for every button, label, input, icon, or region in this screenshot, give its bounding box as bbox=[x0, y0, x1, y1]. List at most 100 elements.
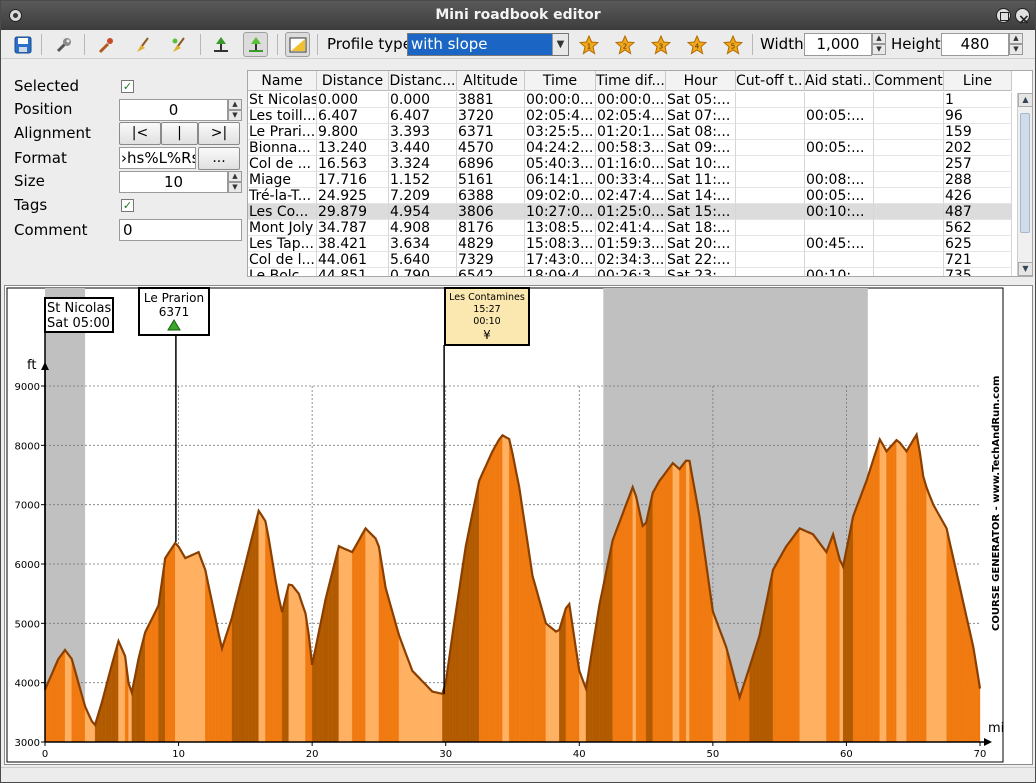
table-cell[interactable]: 15:08:3... bbox=[525, 236, 596, 252]
table-cell[interactable]: 00:33:4... bbox=[596, 172, 666, 188]
table-cell[interactable] bbox=[874, 220, 944, 236]
table-cell[interactable]: 6896 bbox=[457, 156, 525, 172]
table-cell[interactable]: Sat 10:... bbox=[666, 156, 736, 172]
table-cell[interactable]: 16.563 bbox=[317, 156, 389, 172]
table-row[interactable]: Miage 17.716 1.152 5161 06:14:1... 00:33:4...… bbox=[248, 172, 1012, 188]
table-row[interactable]: St Nicolas 0.000 0.000 3881 00:00:0... 00:00:… bbox=[248, 92, 1012, 108]
pipette-button[interactable] bbox=[93, 32, 118, 57]
table-cell[interactable]: 426 bbox=[944, 188, 1012, 204]
scroll-thumb[interactable] bbox=[1020, 113, 1030, 233]
table-cell[interactable]: 00:00:0... bbox=[525, 92, 596, 108]
table-cell[interactable]: Les Co... bbox=[248, 204, 317, 220]
selected-checkbox[interactable]: ✓ bbox=[121, 80, 134, 93]
table-cell[interactable] bbox=[874, 236, 944, 252]
star-5-button[interactable]: 5 bbox=[720, 32, 745, 57]
maximize-button[interactable] bbox=[996, 8, 1011, 23]
table-cell[interactable]: 01:20:1... bbox=[596, 124, 666, 140]
table-cell[interactable]: 06:14:1... bbox=[525, 172, 596, 188]
star-1-button[interactable]: 1 bbox=[576, 32, 601, 57]
table-cell[interactable]: Sat 15:... bbox=[666, 204, 736, 220]
table-cell[interactable]: 3.393 bbox=[389, 124, 457, 140]
column-header[interactable]: Name bbox=[248, 71, 317, 91]
width-stepper[interactable]: ▲ ▼ bbox=[872, 33, 886, 56]
table-row[interactable]: Les Co... 29.879 4.954 3806 10:27:0... 01:25:… bbox=[248, 204, 1012, 220]
table-cell[interactable] bbox=[736, 172, 805, 188]
table-cell[interactable]: Les Tap... bbox=[248, 236, 317, 252]
table-row[interactable]: Col de ... 16.563 3.324 6896 05:40:3... 01:16… bbox=[248, 156, 1012, 172]
table-cell[interactable]: 00:10:... bbox=[805, 268, 874, 276]
table-cell[interactable] bbox=[805, 252, 874, 268]
table-cell[interactable]: 3806 bbox=[457, 204, 525, 220]
table-cell[interactable] bbox=[736, 268, 805, 276]
table-cell[interactable]: 38.421 bbox=[317, 236, 389, 252]
table-row[interactable]: Les Tap... 38.421 3.634 4829 15:08:3... 01:59… bbox=[248, 236, 1012, 252]
table-cell[interactable]: 1.152 bbox=[389, 172, 457, 188]
table-cell[interactable]: 5.640 bbox=[389, 252, 457, 268]
column-header[interactable]: Distance bbox=[317, 71, 389, 91]
table-cell[interactable]: Sat 20:... bbox=[666, 236, 736, 252]
scroll-down-icon[interactable]: ▼ bbox=[1018, 262, 1032, 276]
table-cell[interactable]: 735 bbox=[944, 268, 1012, 276]
table-cell[interactable] bbox=[736, 204, 805, 220]
tools-button[interactable] bbox=[51, 32, 76, 57]
table-cell[interactable]: 625 bbox=[944, 236, 1012, 252]
table-row[interactable]: Col de l... 44.061 5.640 7329 17:43:0... 02:3… bbox=[248, 252, 1012, 268]
table-cell[interactable]: 487 bbox=[944, 204, 1012, 220]
table-cell[interactable]: 4829 bbox=[457, 236, 525, 252]
column-header[interactable]: Time bbox=[525, 71, 596, 91]
table-cell[interactable]: 3.634 bbox=[389, 236, 457, 252]
table-cell[interactable]: 0.790 bbox=[389, 268, 457, 276]
table-cell[interactable]: Sat 11:... bbox=[666, 172, 736, 188]
table-cell[interactable]: 00:08:... bbox=[805, 172, 874, 188]
table-cell[interactable]: 1 bbox=[944, 92, 1012, 108]
table-cell[interactable]: Sat 08:... bbox=[666, 124, 736, 140]
table-cell[interactable]: 9.800 bbox=[317, 124, 389, 140]
table-cell[interactable]: 159 bbox=[944, 124, 1012, 140]
table-cell[interactable] bbox=[736, 188, 805, 204]
table-cell[interactable]: 288 bbox=[944, 172, 1012, 188]
table-cell[interactable]: Miage bbox=[248, 172, 317, 188]
star-4-button[interactable]: 4 bbox=[684, 32, 709, 57]
comment-input[interactable]: 0 bbox=[119, 219, 242, 241]
table-cell[interactable]: Col de ... bbox=[248, 156, 317, 172]
table-row[interactable]: Bionna... 13.240 3.440 4570 04:24:2... 00:58:… bbox=[248, 140, 1012, 156]
table-cell[interactable]: 4570 bbox=[457, 140, 525, 156]
marker-button[interactable] bbox=[208, 32, 233, 57]
close-button[interactable] bbox=[1015, 6, 1030, 35]
align-right-button[interactable]: >| bbox=[198, 122, 240, 145]
table-cell[interactable]: 02:05:4... bbox=[596, 108, 666, 124]
table-cell[interactable]: Col de l... bbox=[248, 252, 317, 268]
table-cell[interactable]: 6542 bbox=[457, 268, 525, 276]
table-cell[interactable] bbox=[874, 172, 944, 188]
table-cell[interactable]: 6371 bbox=[457, 124, 525, 140]
table-cell[interactable]: 01:59:3... bbox=[596, 236, 666, 252]
table-cell[interactable]: Sat 22:... bbox=[666, 252, 736, 268]
table-cell[interactable] bbox=[874, 124, 944, 140]
width-input[interactable]: 1,000 bbox=[804, 33, 872, 56]
table-cell[interactable] bbox=[736, 92, 805, 108]
image-button[interactable] bbox=[285, 32, 310, 57]
clean-star-button[interactable] bbox=[166, 32, 191, 57]
table-cell[interactable]: Sat 09:... bbox=[666, 140, 736, 156]
table-cell[interactable]: 5161 bbox=[457, 172, 525, 188]
table-cell[interactable]: Sat 05:... bbox=[666, 92, 736, 108]
table-cell[interactable]: 00:58:3... bbox=[596, 140, 666, 156]
table-cell[interactable]: 3881 bbox=[457, 92, 525, 108]
position-input[interactable]: 0 bbox=[119, 99, 228, 121]
table-cell[interactable]: Le Prari... bbox=[248, 124, 317, 140]
table-cell[interactable] bbox=[874, 108, 944, 124]
table-cell[interactable]: Sat 18:... bbox=[666, 220, 736, 236]
tags-checkbox[interactable]: ✓ bbox=[121, 199, 134, 212]
table-scrollbar[interactable]: ▲ ▼ bbox=[1017, 93, 1032, 276]
table-cell[interactable]: Bionna... bbox=[248, 140, 317, 156]
table-cell[interactable]: Sat 23:... bbox=[666, 268, 736, 276]
table-cell[interactable]: 257 bbox=[944, 156, 1012, 172]
table-cell[interactable]: 721 bbox=[944, 252, 1012, 268]
table-cell[interactable]: 00:00:0... bbox=[596, 92, 666, 108]
table-cell[interactable]: 44.851 bbox=[317, 268, 389, 276]
table-row[interactable]: Mont Joly 34.787 4.908 8176 13:08:5... 02:41:… bbox=[248, 220, 1012, 236]
size-stepper[interactable]: ▲ ▼ bbox=[228, 171, 242, 194]
table-cell[interactable]: 17.716 bbox=[317, 172, 389, 188]
table-cell[interactable]: 17:43:0... bbox=[525, 252, 596, 268]
table-row[interactable]: Les toill... 6.407 6.407 3720 02:05:4... 02:0… bbox=[248, 108, 1012, 124]
